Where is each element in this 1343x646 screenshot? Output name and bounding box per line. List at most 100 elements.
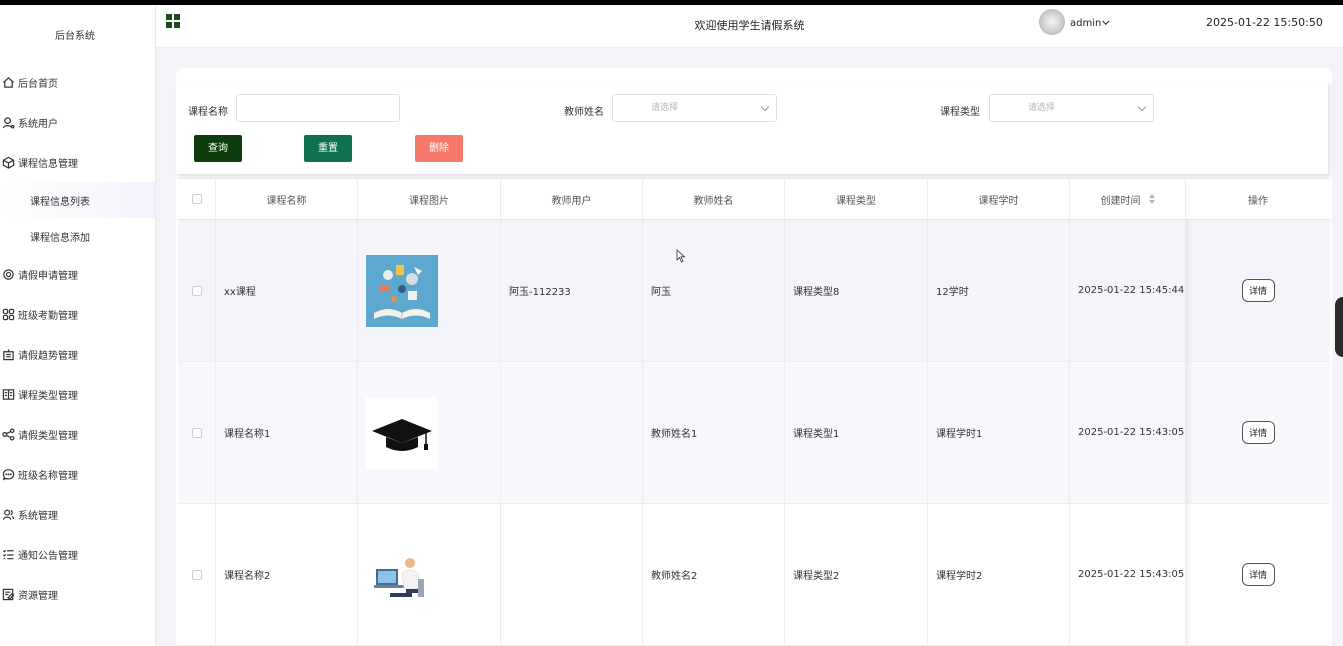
sidebar-item-label: 资源管理 — [18, 590, 58, 602]
col-created-time[interactable]: 创建时间 — [1070, 179, 1186, 219]
edit-icon — [0, 586, 16, 602]
cell-course-type: 课程类型2 — [785, 504, 928, 645]
sidebar-item-label: 系统管理 — [18, 510, 58, 522]
sidebar-item-label: 请假类型管理 — [18, 430, 78, 442]
row-checkbox[interactable] — [191, 569, 202, 580]
gear-icon — [0, 266, 16, 282]
detail-button[interactable]: 详情 — [1241, 421, 1275, 444]
col-teacher-name: 教师姓名 — [643, 179, 785, 219]
col-course-name: 课程名称 — [216, 179, 358, 219]
cell-course-hours: 课程学时1 — [928, 362, 1070, 503]
sidebar-item-course-info[interactable]: 课程信息管理 — [0, 142, 155, 182]
cube-icon — [0, 154, 16, 170]
cell-course-image — [358, 504, 501, 645]
user-menu[interactable]: admin — [1070, 17, 1110, 29]
datetime: 2025-01-22 15:50:50 — [1206, 16, 1323, 29]
sidebar-item-leave-apply[interactable]: 请假申请管理 — [0, 254, 155, 294]
sidebar-item-leave-trend[interactable]: 请假趋势管理 — [0, 334, 155, 374]
sidebar-item-label: 班级考勤管理 — [18, 310, 78, 322]
course-thumbnail — [366, 396, 438, 469]
select-all-checkbox[interactable] — [191, 194, 202, 204]
search-form: 课程名称 教师姓名 请选择 课程类型 请选择 查询 重置 删除 — [176, 82, 1328, 175]
cell-teacher-name: 教师姓名2 — [643, 504, 785, 645]
sidebar-item-system-users[interactable]: 系统用户 — [0, 102, 155, 142]
top-header: 欢迎使用学生请假系统 admin 2025-01-22 15:50:50 — [156, 5, 1343, 48]
sidebar-item-notice[interactable]: 通知公告管理 — [0, 534, 155, 574]
cell-teacher-user — [501, 504, 643, 645]
cell-created-time: 2025-01-22 15:43:05 — [1070, 362, 1186, 503]
course-type-select[interactable]: 请选择 — [989, 94, 1154, 122]
sidebar-item-system-manage[interactable]: 系统管理 — [0, 494, 155, 534]
sidebar-item-leave-type[interactable]: 请假类型管理 — [0, 414, 155, 454]
sidebar-item-home[interactable]: 后台首页 — [0, 62, 155, 102]
sidebar-item-label: 请假趋势管理 — [18, 350, 78, 362]
sidebar-subitem-course-add[interactable]: 课程信息添加 — [0, 218, 155, 254]
cell-created-time: 2025-01-22 15:45:44 — [1070, 220, 1186, 361]
course-type-label: 课程类型 — [940, 107, 980, 118]
sort-icon[interactable] — [1148, 194, 1155, 204]
chat-icon — [0, 466, 16, 482]
sidebar-item-label: 课程信息管理 — [18, 158, 78, 170]
tray-icon — [0, 346, 16, 362]
cell-course-name: 课程名称1 — [216, 362, 358, 503]
chevron-down-icon — [1102, 17, 1110, 25]
detail-button[interactable]: 详情 — [1241, 279, 1275, 302]
sidebar-item-label: 请假申请管理 — [18, 270, 78, 282]
teacher-name-label: 教师姓名 — [564, 107, 604, 118]
chevron-down-icon — [760, 102, 770, 112]
brand-title: 后台系统 — [55, 31, 95, 42]
cell-course-name: xx课程 — [216, 220, 358, 361]
chevron-down-icon — [1137, 102, 1147, 112]
share-icon — [0, 426, 16, 442]
cell-course-type: 课程类型8 — [785, 220, 928, 361]
sidebar-item-resource[interactable]: 资源管理 — [0, 574, 155, 614]
main-content: 课程名称 教师姓名 请选择 课程类型 请选择 查询 重置 删除 课程名称 课程图… — [156, 48, 1343, 646]
cell-teacher-name: 教师姓名1 — [643, 362, 785, 503]
sidebar-item-class-attendance[interactable]: 班级考勤管理 — [0, 294, 155, 334]
table-row: 课程名称2 教师姓名2 课程类型2 课程学时2 2025-01-22 15:43… — [178, 504, 1330, 646]
col-course-hours: 课程学时 — [928, 179, 1070, 219]
cell-course-hours: 12学时 — [928, 220, 1070, 361]
cell-teacher-user — [501, 362, 643, 503]
col-teacher-user: 教师用户 — [501, 179, 643, 219]
cell-course-image — [358, 220, 501, 361]
cell-teacher-user: 阿玉-112233 — [501, 220, 643, 361]
table-header: 课程名称 课程图片 教师用户 教师姓名 课程类型 课程学时 创建时间 操作 — [178, 178, 1330, 220]
cell-course-name: 课程名称2 — [216, 504, 358, 645]
row-checkbox[interactable] — [191, 285, 202, 296]
sidebar-item-label: 班级名称管理 — [18, 470, 78, 482]
delete-button[interactable]: 删除 — [415, 135, 463, 162]
page-title: 欢迎使用学生请假系统 — [694, 19, 805, 32]
col-course-image: 课程图片 — [358, 179, 501, 219]
sidebar-item-class-name[interactable]: 班级名称管理 — [0, 454, 155, 494]
sidebar-item-label: 通知公告管理 — [18, 550, 78, 562]
sidebar-item-label: 系统用户 — [18, 118, 58, 130]
select-all-cell — [178, 179, 216, 219]
side-scroll-handle[interactable] — [1335, 297, 1343, 357]
sidebar: 后台系统 后台首页 系统用户 课程信息管理 课程信息列表 课程信息添加 请假申请… — [0, 5, 156, 646]
course-name-input[interactable] — [236, 94, 400, 122]
cell-created-time: 2025-01-22 15:43:05 — [1070, 504, 1186, 645]
table-row: 课程名称1 教师姓名1 课程类型1 课程学时1 2025-01-22 15:43… — [178, 362, 1330, 504]
teacher-name-select[interactable]: 请选择 — [612, 94, 777, 122]
sidebar-item-label: 课程类型管理 — [18, 390, 78, 402]
sidebar-subitem-course-list[interactable]: 课程信息列表 — [0, 182, 155, 218]
reset-button[interactable]: 重置 — [304, 135, 352, 162]
col-course-type: 课程类型 — [785, 179, 928, 219]
cell-teacher-name: 阿玉 — [643, 220, 785, 361]
list-icon — [0, 546, 16, 562]
detail-button[interactable]: 详情 — [1241, 563, 1275, 586]
course-name-label: 课程名称 — [188, 107, 228, 118]
avatar[interactable] — [1039, 9, 1065, 35]
sidebar-item-course-type[interactable]: 课程类型管理 — [0, 374, 155, 414]
col-actions: 操作 — [1248, 195, 1268, 207]
row-checkbox[interactable] — [191, 427, 202, 438]
query-button[interactable]: 查询 — [194, 135, 242, 162]
grid-icon — [0, 306, 16, 322]
mouse-cursor-icon — [676, 249, 686, 263]
home-icon — [0, 74, 16, 90]
sidebar-menu: 后台首页 系统用户 课程信息管理 课程信息列表 课程信息添加 请假申请管理 班级… — [0, 62, 155, 614]
people-icon — [0, 506, 16, 522]
table-row: xx课程 阿玉-112233 阿玉 课程类型8 12学时 2025-01-22 … — [178, 220, 1330, 362]
cell-course-image — [358, 362, 501, 503]
